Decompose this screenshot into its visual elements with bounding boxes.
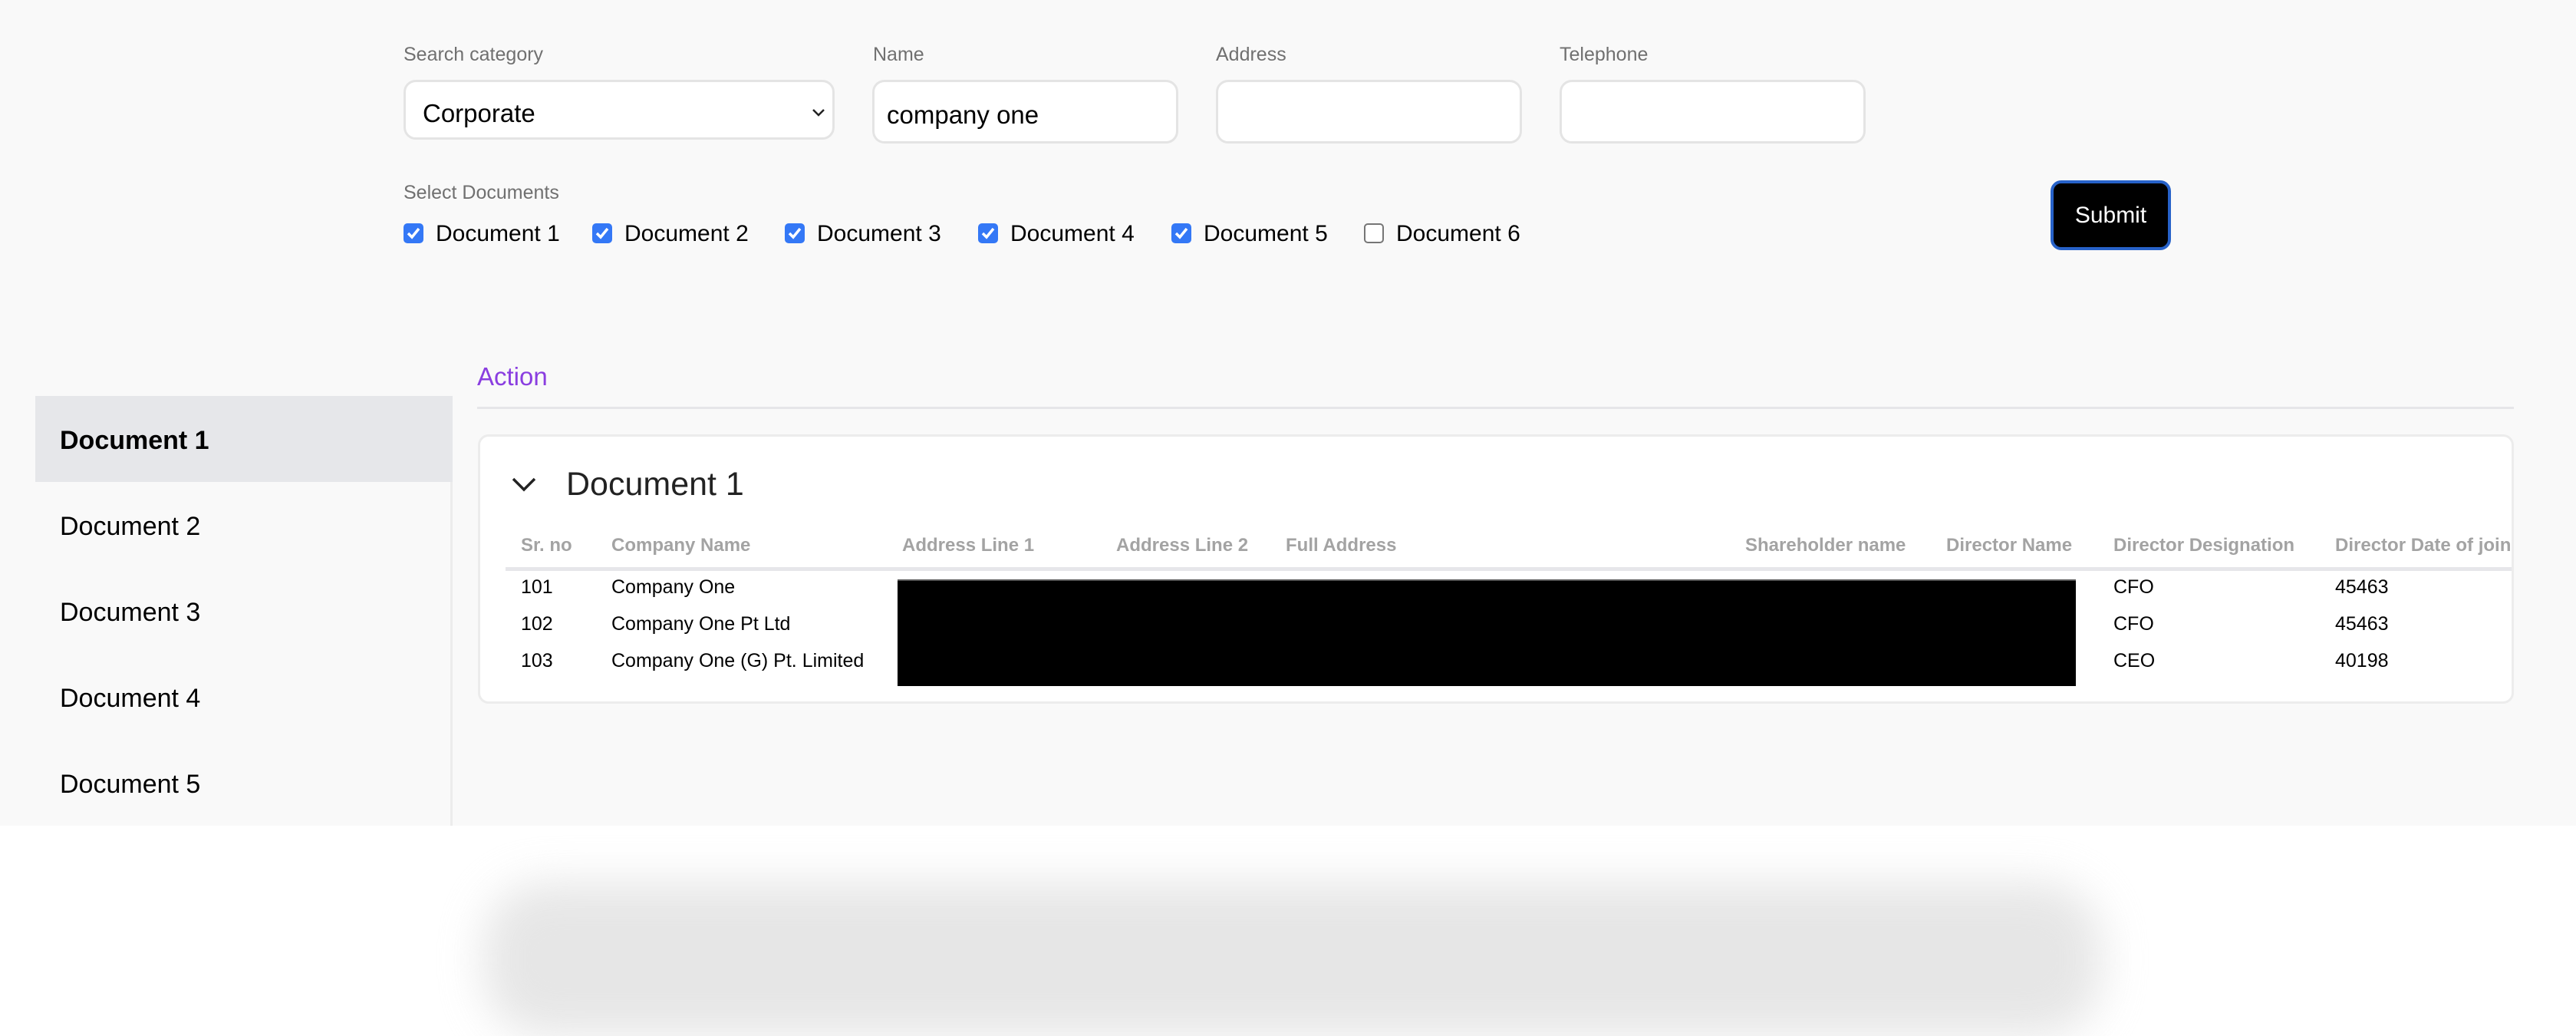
submit-button[interactable]: Submit [2051,180,2171,250]
checkbox-checked-icon[interactable] [404,223,423,243]
column-header-company-name[interactable]: Company Name [611,536,750,555]
cell-company-name: Company One (G) Pt. Limited [611,650,865,671]
column-header-sr-no[interactable]: Sr. no [521,536,572,555]
sidebar-item-document-2[interactable]: Document 2 [35,482,453,568]
checkbox-label: Document 5 [1204,221,1328,246]
sidebar-item-label: Document 3 [60,598,201,627]
checkbox-label: Document 2 [624,221,749,246]
telephone-input[interactable] [1560,80,1866,144]
sidebar-item-document-1[interactable]: Document 1 [35,396,453,482]
search-category-label: Search category [404,44,544,65]
name-label: Name [873,44,924,65]
redacted-block [898,579,2076,686]
column-header-director-name[interactable]: Director Name [1946,536,2072,555]
column-header-full-address[interactable]: Full Address [1286,536,1396,555]
tab-divider [477,407,2514,409]
select-documents-label: Select Documents [404,182,559,203]
cell-company-name: Company One Pt Ltd [611,613,791,635]
checkbox-checked-icon[interactable] [978,223,998,243]
sidebar-item-label: Document 4 [60,684,201,713]
document-sidebar: Document 1 Document 2 Document 3 Documen… [35,396,453,826]
sidebar-item-document-5[interactable]: Document 5 [35,740,453,826]
telephone-label: Telephone [1560,44,1649,65]
cell-director-date-of-joining: 45463 [2335,576,2389,598]
name-input-value: company one [887,101,1039,129]
search-category-select[interactable]: Corporate [404,80,835,140]
column-header-address-line-1[interactable]: Address Line 1 [902,536,1034,555]
cell-director-date-of-joining: 45463 [2335,613,2389,635]
cell-company-name: Company One [611,576,736,598]
sidebar-item-label: Document 5 [60,770,201,799]
name-input[interactable]: company one [872,80,1178,144]
sidebar-item-document-3[interactable]: Document 3 [35,568,453,654]
column-header-director-date-of-joining[interactable]: Director Date of joini [2335,536,2512,555]
chevron-down-icon [812,109,825,117]
address-input[interactable] [1216,80,1522,144]
floating-panel-shadow [483,883,2102,1036]
sidebar-item-label: Document 1 [60,426,209,455]
column-header-director-designation[interactable]: Director Designation [2113,536,2294,555]
cell-director-designation: CEO [2113,650,2156,671]
document-panel: Document 1 Sr. no Company Name Address L… [478,434,2514,704]
search-category-value: Corporate [423,99,535,127]
checkbox-checked-icon[interactable] [592,223,612,243]
column-header-shareholder-name[interactable]: Shareholder name [1745,536,1906,555]
column-header-address-line-2[interactable]: Address Line 2 [1116,536,1248,555]
checkbox-label: Document 3 [817,221,941,246]
checkbox-checked-icon[interactable] [1171,223,1191,243]
chevron-down-icon[interactable] [511,477,537,492]
checkbox-label: Document 1 [436,221,560,246]
cell-director-designation: CFO [2113,613,2154,635]
checkbox-label: Document 6 [1396,221,1520,246]
checkbox-unchecked-icon[interactable] [1364,223,1384,243]
checkbox-label: Document 4 [1010,221,1135,246]
tab-action[interactable]: Action [477,364,548,389]
checkbox-checked-icon[interactable] [785,223,805,243]
sidebar-item-label: Document 2 [60,512,201,541]
cell-sr-no: 103 [521,650,553,671]
table-header-divider [506,567,2512,571]
cell-sr-no: 102 [521,613,553,635]
sidebar-item-document-4[interactable]: Document 4 [35,654,453,740]
cell-director-designation: CFO [2113,576,2154,598]
panel-title[interactable]: Document 1 [566,468,744,501]
cell-sr-no: 101 [521,576,553,598]
address-label: Address [1216,44,1286,65]
cell-director-date-of-joining: 40198 [2335,650,2389,671]
